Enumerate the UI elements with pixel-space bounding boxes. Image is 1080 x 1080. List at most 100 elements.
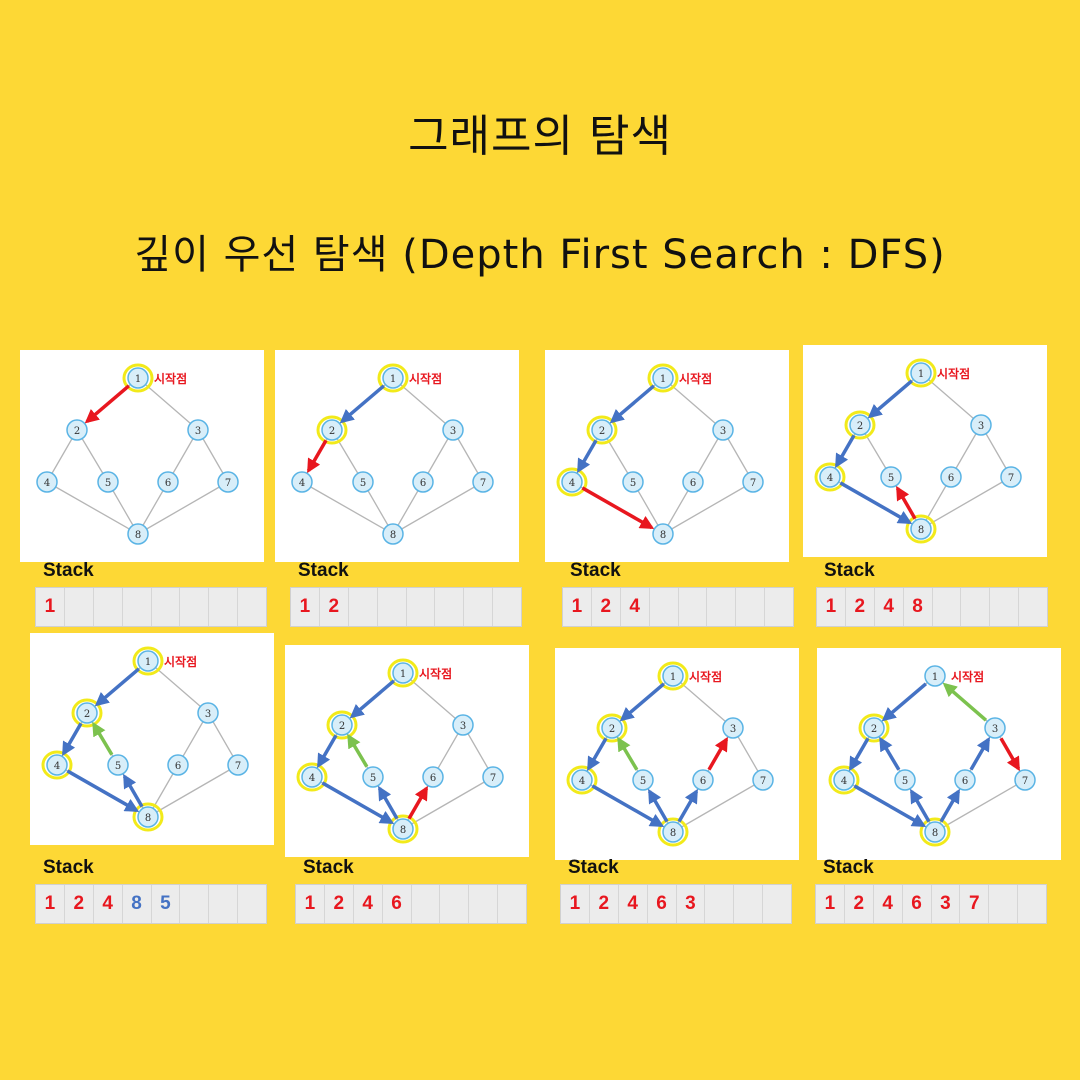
stack-cell — [209, 588, 239, 626]
stack-cell: 1 — [36, 588, 65, 626]
graph-node-label-2: 2 — [339, 721, 345, 732]
traversal-arrow-8-5 — [647, 788, 669, 823]
stack-cell — [989, 885, 1019, 923]
start-point-label: 시작점 — [689, 669, 722, 684]
stack-cell: 4 — [94, 885, 123, 923]
graph-panel-step-7: 1 2 3 4 5 6 7 8 시작점 — [555, 648, 799, 860]
graph-panel-step-1: 1 2 3 4 5 6 7 8 시작점 — [20, 350, 264, 562]
stack-cell: 1 — [563, 588, 592, 626]
start-point-label: 시작점 — [409, 371, 442, 386]
graph-node-label-6: 6 — [948, 473, 954, 484]
stack-cell — [990, 588, 1020, 626]
traversal-arrow-6-3 — [707, 736, 729, 771]
graph-node-label-5: 5 — [902, 776, 908, 787]
graph-node-label-3: 3 — [450, 426, 456, 437]
graph-node-label-7: 7 — [760, 776, 766, 787]
stack-cell — [180, 588, 210, 626]
graph-node-label-6: 6 — [962, 776, 968, 787]
graph-node-label-1: 1 — [932, 672, 938, 683]
graph-edge-4-8 — [301, 481, 394, 535]
stack-cell — [464, 588, 494, 626]
stack-label: Stack — [43, 857, 94, 878]
stack-label: Stack — [568, 857, 619, 878]
traversal-arrow-8-5 — [377, 785, 399, 820]
graph-node-label-7: 7 — [1008, 473, 1014, 484]
traversal-arrow-2-4 — [586, 737, 608, 772]
graph-node-label-3: 3 — [978, 421, 984, 432]
stack-cell: 6 — [903, 885, 932, 923]
stack-cell: 2 — [845, 885, 874, 923]
traversal-arrow-2-4 — [61, 722, 83, 757]
graph-node-label-5: 5 — [630, 478, 636, 489]
graph-node-label-7: 7 — [480, 478, 486, 489]
graph-panel-step-4: 1 2 3 4 5 6 7 8 시작점 — [803, 345, 1047, 557]
graph-node-label-4: 4 — [841, 776, 847, 787]
page-subtitle: 깊이 우선 탐색 (Depth First Search : DFS) — [134, 232, 946, 278]
graph-node-label-8: 8 — [670, 828, 676, 839]
start-point-label: 시작점 — [937, 366, 970, 381]
graph-node-label-8: 8 — [400, 825, 406, 836]
graph-node-label-4: 4 — [579, 776, 585, 787]
stack-cell: 6 — [648, 885, 677, 923]
stack-cell: 2 — [590, 885, 619, 923]
stack-bar-step-5: 12485 — [35, 884, 267, 924]
stack-cell: 4 — [619, 885, 648, 923]
traversal-arrow-8-5 — [909, 788, 931, 823]
stack-cell: 4 — [621, 588, 650, 626]
stack-bar-step-3: 124 — [562, 587, 794, 627]
traversal-arrow-3-1 — [942, 682, 988, 722]
graph-edge-7-8 — [920, 476, 1012, 530]
graph-edge-7-8 — [392, 481, 484, 535]
graph-diagram: 1 2 3 4 5 6 7 8 시작점 — [566, 661, 774, 847]
stack-cell — [65, 588, 94, 626]
traversal-arrow-4-8 — [581, 486, 655, 530]
stack-cell: 4 — [354, 885, 383, 923]
stack-cell — [705, 885, 735, 923]
stack-cell — [734, 885, 764, 923]
page-title: 그래프의 탐색 — [408, 111, 672, 162]
stack-cell — [412, 885, 441, 923]
stack-cell: 3 — [677, 885, 706, 923]
traversal-arrow-8-6 — [939, 788, 961, 823]
graph-node-label-6: 6 — [700, 776, 706, 787]
stack-label: Stack — [303, 857, 354, 878]
graph-diagram: 1 2 3 4 5 6 7 8 시작점 — [296, 658, 504, 844]
graph-panel-step-2: 1 2 3 4 5 6 7 8 시작점 — [275, 350, 519, 562]
stack-cell — [650, 588, 679, 626]
graph-node-label-4: 4 — [54, 761, 60, 772]
graph-node-label-2: 2 — [609, 724, 615, 735]
traversal-arrow-2-4 — [306, 439, 328, 474]
stack-cell: 2 — [846, 588, 875, 626]
stack-cell: 1 — [36, 885, 65, 923]
graph-node-label-7: 7 — [750, 478, 756, 489]
traversal-arrow-8-6 — [677, 788, 699, 823]
start-point-label: 시작점 — [679, 371, 712, 386]
graph-node-label-2: 2 — [329, 426, 335, 437]
traversal-arrow-2-4 — [576, 439, 598, 474]
stack-cell: 8 — [123, 885, 152, 923]
graph-node-label-6: 6 — [175, 761, 181, 772]
graph-node-label-8: 8 — [145, 813, 151, 824]
stack-bar-step-2: 12 — [290, 587, 522, 627]
graph-node-label-3: 3 — [195, 426, 201, 437]
traversal-arrow-1-2 — [881, 682, 928, 722]
stack-cell — [493, 588, 521, 626]
stack-cell — [765, 588, 793, 626]
stack-cell — [435, 588, 465, 626]
traversal-arrow-8-5 — [895, 485, 917, 520]
graph-node-label-6: 6 — [430, 773, 436, 784]
graph-panel-step-8: 1 2 3 4 5 6 7 8 시작점 — [817, 648, 1061, 860]
graph-node-label-3: 3 — [720, 426, 726, 437]
stack-cell — [763, 885, 791, 923]
start-point-label: 시작점 — [164, 654, 197, 669]
graph-node-label-6: 6 — [165, 478, 171, 489]
stack-cell — [679, 588, 708, 626]
stack-cell — [180, 885, 210, 923]
stack-cell: 1 — [291, 588, 320, 626]
graph-diagram: 1 2 3 4 5 6 7 8 시작점 — [36, 363, 239, 545]
stack-cell — [707, 588, 737, 626]
graph-node-label-1: 1 — [670, 672, 676, 683]
traversal-arrow-1-2 — [867, 379, 914, 419]
graph-node-label-1: 1 — [400, 669, 406, 680]
traversal-arrow-1-2 — [609, 384, 656, 424]
